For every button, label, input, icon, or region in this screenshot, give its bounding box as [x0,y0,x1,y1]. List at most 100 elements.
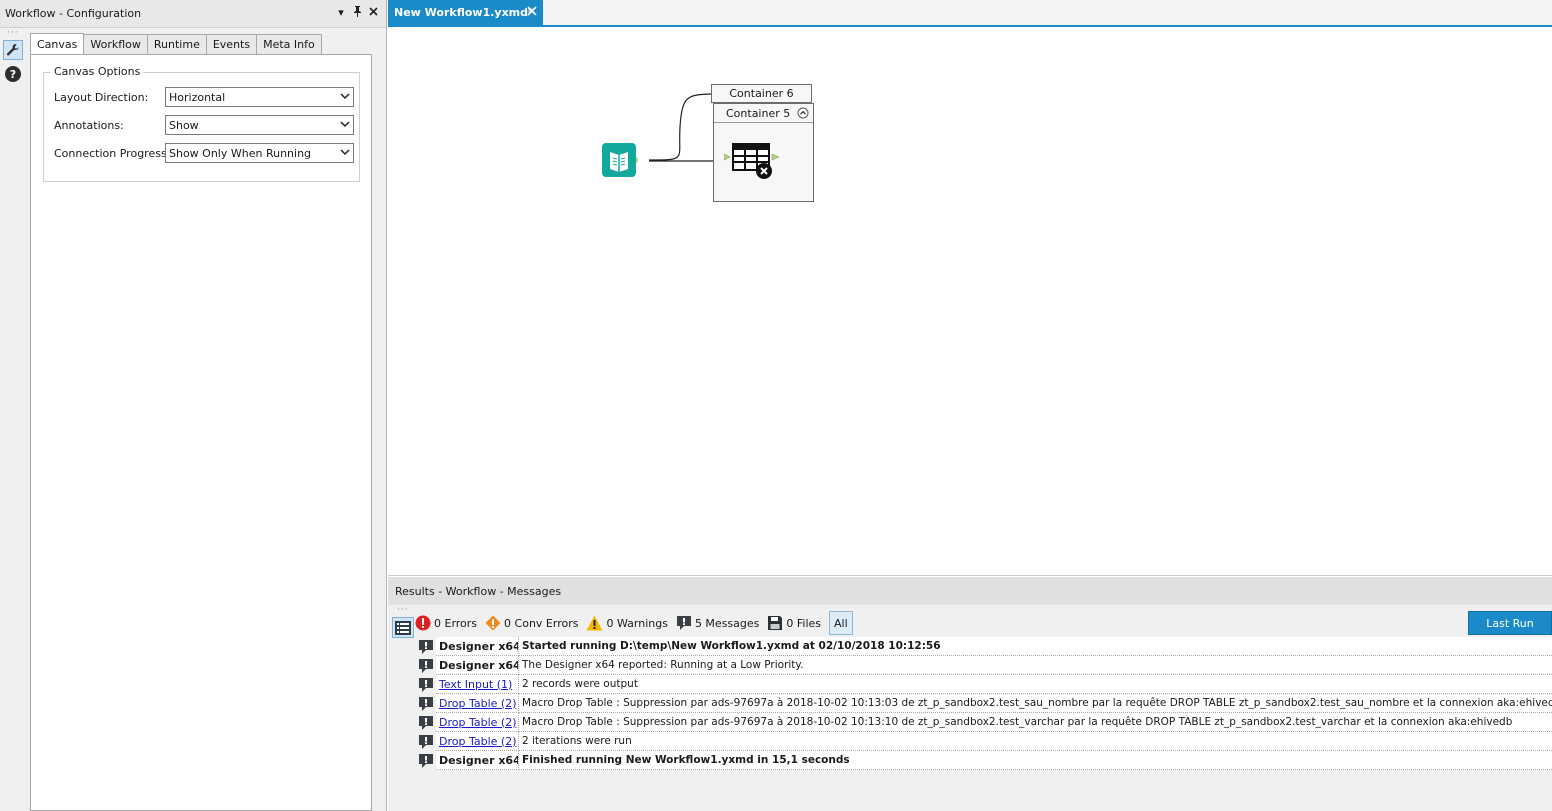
conv-errors-filter[interactable]: 0 Conv Errors [485,611,578,635]
message-text: 2 iterations were run [519,732,1552,751]
table-row[interactable]: Designer x64 Finished running New Workfl… [415,751,1552,770]
connection-progress-select[interactable]: Show Only When Running [165,143,354,163]
annotations-value: Show [169,118,199,132]
errors-filter[interactable]: 0 Errors [415,611,477,635]
tab-workflow[interactable]: Workflow [83,34,148,54]
message-source: Designer x64 [436,637,519,656]
conv-errors-filter-label: 0 Conv Errors [504,616,579,630]
layout-direction-select[interactable]: Horizontal [165,87,354,107]
messages-filter-label: 5 Messages [694,616,760,630]
files-filter[interactable]: 0 Files [767,611,821,635]
pin-icon[interactable] [352,6,362,20]
document-tab-bar: New Workflow1.yxmd* [388,0,1552,27]
table-row[interactable]: Drop Table (2) Macro Drop Table : Suppre… [415,713,1552,732]
message-icon [415,751,436,770]
all-filter-label: All [834,616,848,630]
rail-grip-icon: ··· [7,28,19,38]
collapse-icon[interactable] [797,107,809,119]
messages-table: Designer x64 Started running D:\temp\New… [415,637,1552,811]
canvas-options-title: Canvas Options [51,65,144,78]
tab-canvas[interactable]: Canvas [30,33,85,54]
errors-filter-label: 0 Errors [434,616,478,630]
connection-progress-value: Show Only When Running [169,146,312,160]
message-text: 2 records were output [519,675,1552,694]
message-source-link[interactable]: Drop Table (2) [436,694,519,713]
message-source: Designer x64 [436,751,519,770]
layout-direction-row: Layout Direction: Horizontal [54,87,354,107]
close-panel-icon[interactable] [368,6,378,20]
results-title: Results - Workflow - Messages [395,584,562,598]
message-icon [415,732,436,751]
table-row[interactable]: Drop Table (2) Macro Drop Table : Suppre… [415,694,1552,713]
message-text: The Designer x64 reported: Running at a … [519,656,1552,675]
config-tabs: Canvas Workflow Runtime Events Meta Info [30,33,322,54]
connection-progress-row: Connection Progress: Show Only When Runn… [54,143,354,163]
messages-filter[interactable]: 5 Messages [676,611,759,635]
canvas-tab-content: Canvas Options Layout Direction: Horizon… [30,54,372,811]
canvas-options-group: Canvas Options Layout Direction: Horizon… [43,65,360,182]
warnings-filter[interactable]: 0 Warnings [586,611,668,635]
file-icon [768,616,783,630]
rail-grip-icon: ··· [397,605,409,615]
conv-error-icon [485,615,501,631]
connection-progress-label: Connection Progress: [54,146,171,160]
document-tab[interactable]: New Workflow1.yxmd* [388,0,543,25]
connection-wires [648,93,726,162]
panel-title: Workflow - Configuration [5,7,142,20]
list-view-icon[interactable] [392,617,414,638]
last-run-button[interactable]: Last Run [1468,611,1552,635]
table-row[interactable]: Text Input (1) 2 records were output [415,675,1552,694]
layout-direction-value: Horizontal [169,90,226,104]
wrench-icon[interactable] [3,40,23,60]
message-text: Finished running New Workflow1.yxmd in 1… [519,751,1552,770]
results-panel: Results - Workflow - Messages ··· 0 Erro… [388,577,1552,811]
chevron-down-icon [340,149,350,156]
message-icon [415,637,436,656]
chevron-down-icon [340,93,350,100]
table-row[interactable]: Designer x64 Started running D:\temp\New… [415,637,1552,656]
error-icon [415,615,431,631]
all-filter[interactable]: All [829,611,853,635]
tab-meta-info[interactable]: Meta Info [256,34,322,54]
tab-runtime[interactable]: Runtime [146,34,207,54]
message-source-link[interactable]: Drop Table (2) [436,732,519,751]
drop-table-tool[interactable] [723,141,782,181]
table-row[interactable]: Designer x64 The Designer x64 reported: … [415,656,1552,675]
panel-dropdown-icon[interactable]: ▾ [336,6,346,20]
message-source-link[interactable]: Text Input (1) [436,675,519,694]
configuration-panel: Workflow - Configuration ▾ ··· ? Canvas … [0,0,387,811]
message-icon [415,713,436,732]
message-icon [415,675,436,694]
table-row[interactable]: Drop Table (2) 2 iterations were run [415,732,1552,751]
container-5-header: Container 5 [714,104,813,123]
message-icon [415,656,436,675]
results-icon-rail: ··· [388,605,415,811]
results-panel-header: Results - Workflow - Messages [388,577,1552,605]
configuration-panel-header: Workflow - Configuration ▾ [0,0,386,28]
container-6[interactable]: Container 6 [711,84,812,103]
results-filter-bar: 0 Errors 0 Conv Errors 0 Warnings 5 Mess… [415,610,861,636]
message-icon [676,616,691,630]
warnings-filter-label: 0 Warnings [606,616,668,630]
text-input-tool[interactable] [602,143,642,179]
tab-events[interactable]: Events [205,34,258,54]
layout-direction-label: Layout Direction: [54,90,149,104]
chevron-down-icon [340,121,350,128]
annotations-select[interactable]: Show [165,115,354,135]
workflow-canvas[interactable]: Container 6 Container 5 [388,27,1552,576]
annotations-row: Annotations: Show [54,115,354,135]
warning-icon [586,615,603,631]
container-5-label: Container 5 [726,106,791,120]
message-text: Macro Drop Table : Suppression par ads-9… [519,713,1552,732]
files-filter-label: 0 Files [786,616,822,630]
message-text: Started running D:\temp\New Workflow1.yx… [519,637,1552,656]
help-icon[interactable]: ? [3,64,23,84]
config-icon-rail: ··· ? [0,28,28,811]
message-text: Macro Drop Table : Suppression par ads-9… [519,694,1552,713]
message-source: Designer x64 [436,656,519,675]
document-tab-label: New Workflow1.yxmd* [394,6,534,19]
message-source-link[interactable]: Drop Table (2) [436,713,519,732]
container-6-label: Container 6 [729,87,794,100]
annotations-label: Annotations: [54,118,124,132]
close-tab-icon[interactable] [526,5,538,17]
